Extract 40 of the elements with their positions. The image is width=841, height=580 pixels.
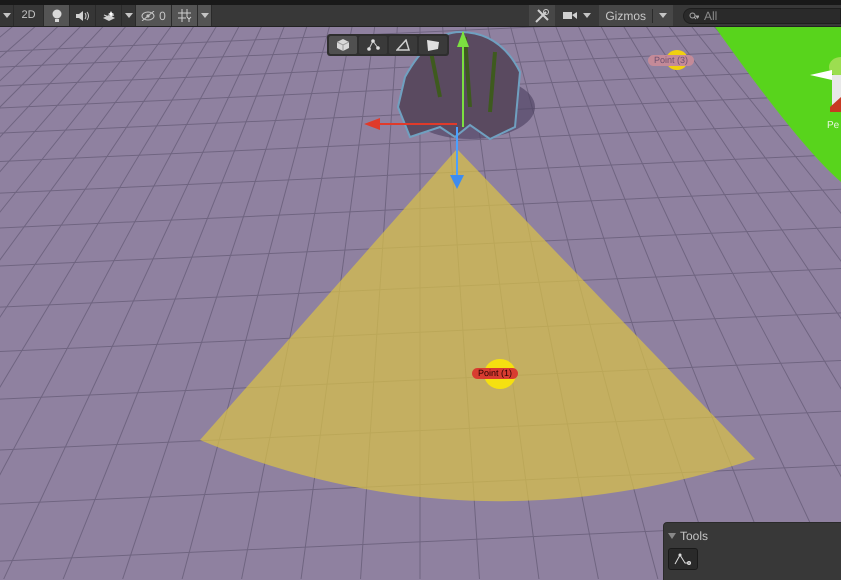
gizmos-dropdown[interactable]: Gizmos [599, 5, 673, 26]
direction-arrow-icon [810, 70, 832, 80]
layers-sparkle-icon [102, 10, 116, 22]
character-model [829, 57, 841, 112]
dropdown-button[interactable] [122, 5, 136, 26]
quad-icon [426, 39, 440, 51]
eye-hidden-icon [141, 10, 156, 20]
object-label: Point (3) [648, 55, 694, 66]
lighting-toggle[interactable] [44, 5, 70, 26]
tools-icon [535, 8, 550, 22]
tools-toggle[interactable] [529, 5, 556, 26]
view-tool-button[interactable] [329, 36, 357, 54]
view-tool-button[interactable] [419, 36, 447, 54]
object-label: Pe [827, 119, 840, 133]
scene-viewport[interactable]: Point (1) Point (3) Pe Tools [0, 27, 841, 580]
view-tool-button[interactable] [359, 36, 387, 54]
search-icon [689, 12, 699, 20]
search-field[interactable]: All [683, 8, 841, 24]
grid-icon [178, 9, 192, 22]
node-graph-icon [366, 39, 380, 51]
caret-icon [124, 13, 132, 18]
path-tool-button[interactable] [668, 548, 698, 570]
speaker-icon [76, 10, 90, 20]
caret-icon [200, 13, 208, 18]
lightbulb-icon [52, 9, 62, 22]
triangle-outline-icon [396, 39, 410, 51]
grid-toggle[interactable] [172, 5, 198, 26]
caret-icon [583, 13, 592, 18]
dropdown-button[interactable] [198, 5, 212, 26]
cube-icon [337, 39, 349, 51]
video-camera-icon [563, 11, 578, 20]
caret-icon [659, 13, 667, 18]
view-tool-button[interactable] [389, 36, 417, 54]
collapse-arrow-icon [668, 533, 676, 539]
path-icon [674, 553, 692, 565]
hidden-objects-toggle[interactable]: 0 [136, 5, 172, 26]
tools-panel-header[interactable]: Tools [668, 527, 841, 545]
dropdown-button[interactable] [0, 5, 14, 26]
caret-icon [2, 13, 10, 18]
object-label: Point (1) [472, 368, 518, 379]
